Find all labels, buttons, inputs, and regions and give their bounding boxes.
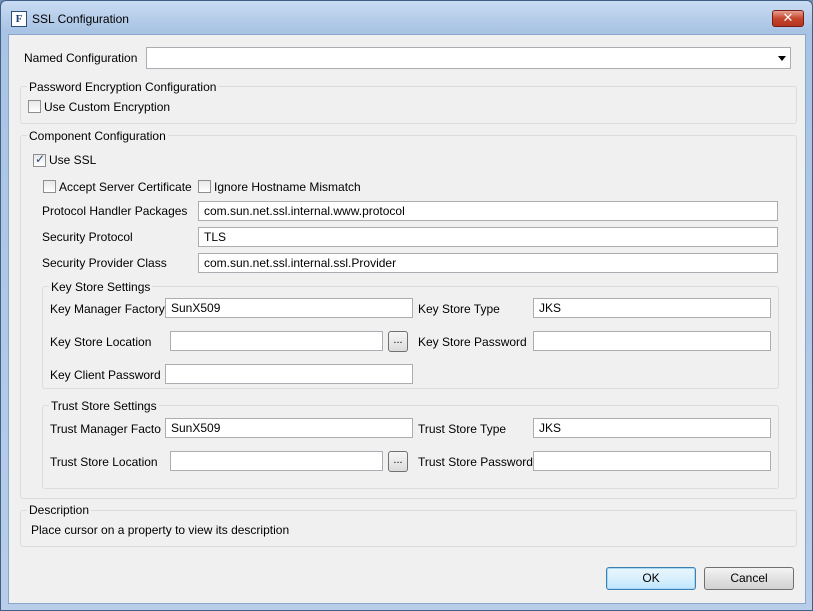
description-title: Description — [27, 503, 92, 517]
cancel-button[interactable]: Cancel — [704, 567, 794, 590]
key-store-location-input[interactable] — [170, 331, 383, 351]
component-configuration-title: Component Configuration — [27, 129, 168, 143]
trust-manager-factory-input[interactable]: SunX509 — [165, 418, 413, 438]
dialog-window: F SSL Configuration ✕ Named Configuratio… — [0, 0, 813, 611]
trust-store-location-browse-button[interactable]: ... — [388, 451, 408, 472]
trust-manager-factory-label: Trust Manager Facto — [50, 422, 161, 436]
title-bar[interactable]: F SSL Configuration ✕ — [1, 1, 812, 35]
security-provider-class-input[interactable]: com.sun.net.ssl.internal.ssl.Provider — [198, 253, 778, 273]
trust-store-location-label: Trust Store Location — [50, 455, 158, 469]
description-text: Place cursor on a property to view its d… — [31, 523, 290, 537]
protocol-handler-packages-label: Protocol Handler Packages — [42, 204, 188, 218]
ok-button[interactable]: OK — [606, 567, 696, 590]
trust-store-type-label: Trust Store Type — [418, 422, 507, 436]
ignore-hostname-mismatch-checkbox[interactable] — [198, 180, 211, 193]
key-store-type-label: Key Store Type — [418, 302, 500, 316]
close-button[interactable]: ✕ — [772, 10, 804, 27]
key-store-location-browse-button[interactable]: ... — [388, 331, 408, 352]
security-provider-class-label: Security Provider Class — [42, 256, 167, 270]
trust-store-type-input[interactable]: JKS — [533, 418, 771, 438]
key-manager-factory-label: Key Manager Factory — [50, 302, 165, 316]
app-icon: F — [11, 11, 27, 27]
key-store-type-input[interactable]: JKS — [533, 298, 771, 318]
chevron-down-icon[interactable] — [778, 56, 786, 61]
trust-store-location-input[interactable] — [170, 451, 383, 471]
password-encryption-title: Password Encryption Configuration — [27, 80, 219, 94]
close-icon: ✕ — [782, 11, 794, 26]
trust-store-password-label: Trust Store Password — [418, 455, 533, 469]
key-store-password-label: Key Store Password — [418, 335, 527, 349]
trust-store-settings-title: Trust Store Settings — [49, 399, 159, 413]
key-store-location-label: Key Store Location — [50, 335, 152, 349]
security-protocol-input[interactable]: TLS — [198, 227, 778, 247]
security-protocol-label: Security Protocol — [42, 230, 133, 244]
key-manager-factory-input[interactable]: SunX509 — [165, 298, 413, 318]
use-custom-encryption-label: Use Custom Encryption — [44, 100, 171, 114]
named-configuration-label: Named Configuration — [24, 51, 138, 65]
key-client-password-input[interactable] — [165, 364, 413, 384]
key-store-password-input[interactable] — [533, 331, 771, 351]
ignore-hostname-mismatch-label: Ignore Hostname Mismatch — [214, 180, 361, 194]
accept-server-certificate-checkbox[interactable] — [43, 180, 56, 193]
use-ssl-label: Use SSL — [49, 153, 97, 167]
named-configuration-combo[interactable] — [146, 47, 791, 69]
key-client-password-label: Key Client Password — [50, 368, 161, 382]
protocol-handler-packages-input[interactable]: com.sun.net.ssl.internal.www.protocol — [198, 201, 778, 221]
accept-server-certificate-label: Accept Server Certificate — [59, 180, 192, 194]
key-store-settings-title: Key Store Settings — [49, 280, 153, 294]
trust-store-password-input[interactable] — [533, 451, 771, 471]
dialog-body: Named Configuration Password Encryption … — [8, 34, 806, 604]
use-custom-encryption-checkbox[interactable] — [28, 100, 41, 113]
use-ssl-checkbox[interactable] — [33, 152, 46, 167]
window-title: SSL Configuration — [32, 12, 129, 26]
